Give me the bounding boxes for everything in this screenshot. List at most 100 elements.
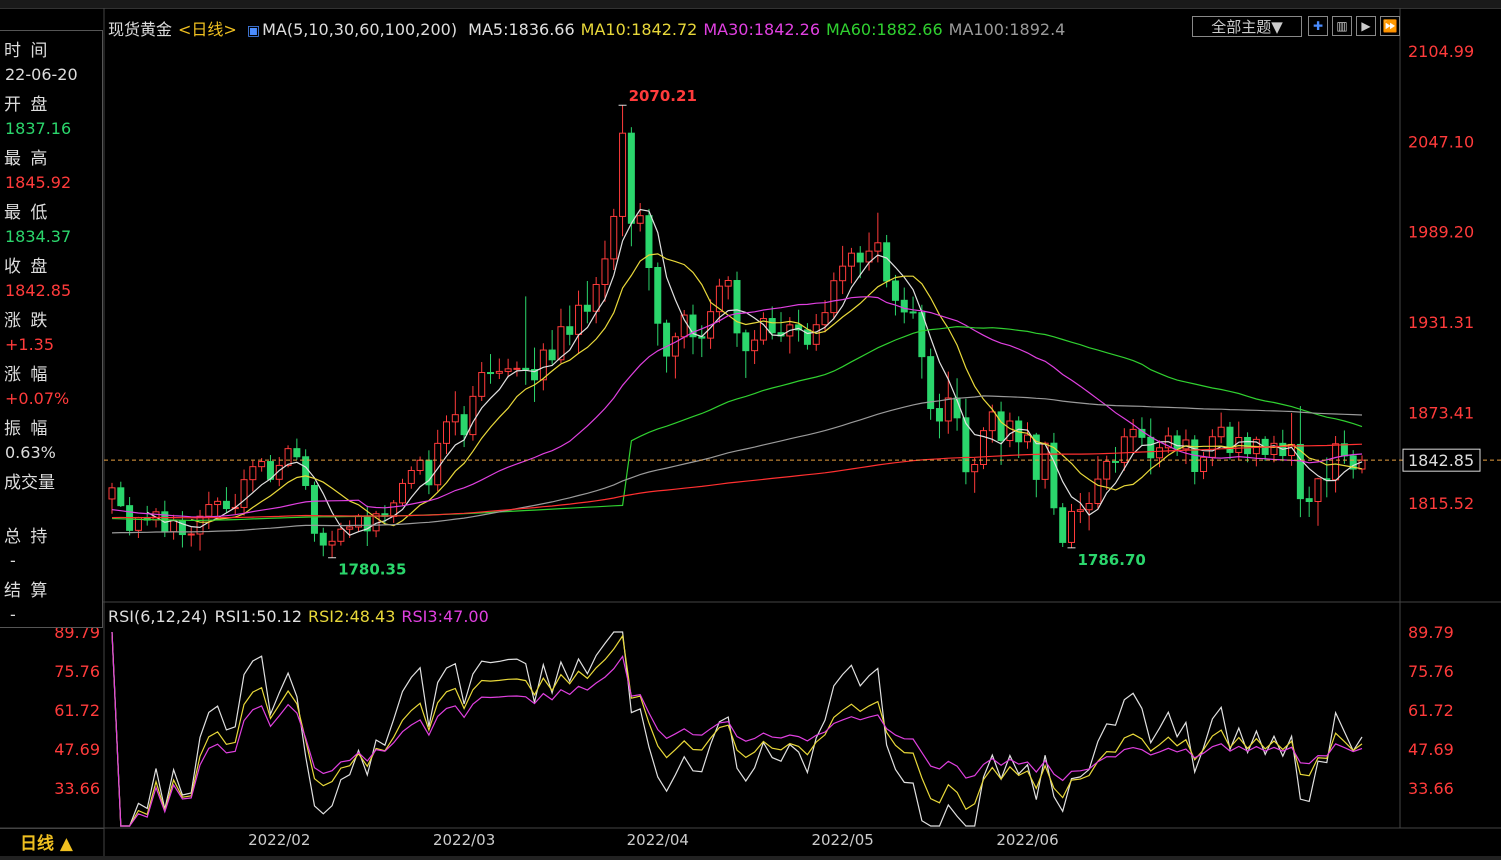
bottom-strip (0, 856, 1501, 860)
candle-body (539, 349, 547, 381)
candle-body (935, 408, 943, 422)
candle-body (1270, 442, 1278, 455)
settle-value: - (10, 605, 16, 624)
candle-body (495, 370, 503, 374)
theme-select[interactable]: 全部主题▼ (1192, 16, 1302, 37)
period-label[interactable]: <日线> (178, 20, 237, 39)
rsi-tick-right-1: 75.76 (1408, 662, 1454, 681)
candle-body (601, 258, 609, 285)
candle-body (1023, 434, 1031, 443)
instrument-name[interactable]: 现货黄金 (108, 20, 172, 39)
ma-legend-item-4: MA100:1892.4 (948, 20, 1066, 39)
date-tick-3: 2022/05 (811, 831, 873, 849)
candle-body (487, 372, 495, 375)
candle-body (1103, 460, 1111, 480)
candle-body (1076, 509, 1084, 512)
candle-body (1217, 426, 1225, 438)
date-tick-0: 2022/02 (248, 831, 310, 849)
candle-body (434, 442, 442, 486)
period-tab[interactable]: 日线 ▲ (0, 828, 104, 858)
amp-value: 0.63% (5, 443, 56, 462)
candle-body (1208, 436, 1216, 458)
candle-body (293, 448, 301, 458)
change-value: +1.35 (5, 335, 55, 354)
candle-body (1314, 478, 1322, 502)
play-icon[interactable]: ▶ (1356, 16, 1376, 36)
candle-body (1156, 447, 1164, 459)
candle-body (310, 484, 318, 534)
candle-body (284, 448, 292, 466)
candle-body (1094, 478, 1102, 505)
bar-chart-icon[interactable]: ▥ (1332, 16, 1352, 36)
candle-body (478, 372, 486, 397)
rsi-tick-left-1: 75.76 (54, 662, 100, 681)
candle-body (988, 411, 996, 432)
rsi-legend: RSI(6,12,24) RSI1:50.12 RSI2:48.43 RSI3:47… (108, 607, 501, 626)
candle-body (812, 324, 820, 345)
ma-icon[interactable]: ▣ (247, 23, 260, 39)
rsi-legend-item-2: RSI3:47.00 (401, 607, 489, 626)
ma-legend-item-2: MA30:1842.26 (703, 20, 820, 39)
candle-body (566, 326, 574, 335)
kline-chart[interactable]: 2104.99 2047.10 1989.20 1931.31 1873.41 1815.… (0, 0, 1501, 860)
candle-body (900, 299, 908, 313)
candle-body (249, 466, 257, 481)
candle-body (407, 469, 415, 484)
candle-body (548, 349, 556, 361)
pct-value: +0.07% (5, 389, 70, 408)
candle-body (328, 540, 336, 546)
candle-body (1340, 443, 1348, 457)
high-label: 最 高 (4, 149, 50, 169)
date-tick-4: 2022/06 (996, 831, 1058, 849)
date-tick-1: 2022/03 (433, 831, 495, 849)
rsi-tick-left-3: 47.69 (54, 740, 100, 759)
ma60-line (111, 325, 1363, 521)
candle-body (1120, 436, 1128, 463)
candle-body (170, 520, 178, 533)
candle-body (1305, 498, 1313, 502)
open-value: 1837.16 (5, 119, 72, 138)
candle-body (117, 487, 125, 507)
candle-body (733, 280, 741, 334)
pct-label: 涨 幅 (4, 365, 50, 385)
price-tick-5: 1815.52 (1408, 494, 1474, 513)
forward-icon[interactable]: ⏩ (1380, 16, 1400, 36)
candle-body (751, 339, 759, 352)
ma-label: MA(5,10,30,60,100,200) (262, 20, 458, 39)
candle-body (583, 304, 591, 312)
candle-body (645, 215, 653, 269)
rsi-legend-item-1: RSI2:48.43 (308, 607, 396, 626)
settle-label: 结 算 (4, 581, 50, 601)
candle-body (1173, 435, 1181, 450)
rsi-tick-right-0: 89.79 (1408, 623, 1454, 642)
candle-body (654, 267, 662, 324)
candle-body (742, 332, 750, 352)
ma-legend-item-0: MA5:1836.66 (468, 20, 575, 39)
price-tick-1: 2047.10 (1408, 132, 1474, 151)
candle-body (627, 132, 635, 224)
candle-body (1332, 443, 1340, 481)
candle-body (592, 283, 600, 312)
price-tick-3: 1931.31 (1408, 313, 1474, 332)
quote-info-panel: 时 间 22-06-20 开 盘 1837.16 最 高 1845.92 最 低… (0, 30, 103, 628)
candle-body (1085, 503, 1093, 511)
crosshair-icon[interactable]: ✚ (1308, 16, 1328, 36)
candle-body (187, 533, 195, 536)
candle-body (1182, 439, 1190, 450)
candle-body (971, 463, 979, 473)
rsi-tick-left-4: 33.66 (54, 779, 100, 798)
candle-body (944, 397, 952, 422)
last-price-label: 1842.85 (1408, 451, 1474, 470)
candle-body (1050, 442, 1058, 509)
candle-body (214, 500, 222, 506)
candle-body (636, 215, 644, 224)
candle-body (469, 395, 477, 436)
candle-body (891, 280, 899, 301)
low-label: 最 低 (4, 203, 50, 223)
candle-body (346, 526, 354, 530)
candle-body (663, 322, 671, 357)
rsi-tick-right-3: 47.69 (1408, 740, 1454, 759)
candle-body (883, 242, 891, 282)
candle-body (443, 421, 451, 444)
rsi1-line (111, 631, 1363, 827)
